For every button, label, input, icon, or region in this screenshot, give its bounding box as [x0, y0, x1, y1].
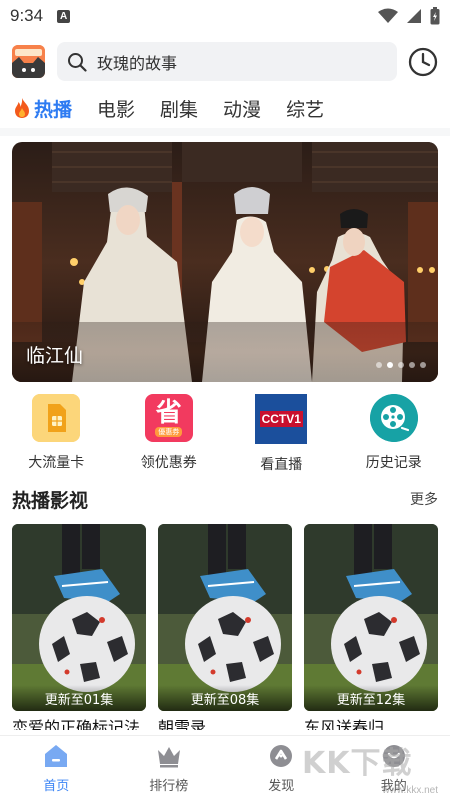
hero-banner[interactable]: 临江仙 — [12, 142, 438, 382]
search-placeholder: 玫瑰的故事 — [97, 53, 178, 73]
tab-label: 动漫 — [223, 98, 262, 121]
home-icon — [42, 742, 70, 770]
video-card[interactable]: 更新至01集 恋爱的正确标记法 — [12, 524, 146, 730]
coupon-icon-char: 省 — [155, 398, 182, 428]
carousel-dot[interactable] — [420, 362, 426, 368]
video-title: 东风送春归 — [304, 718, 385, 730]
video-title: 恋爱的正确标记法 — [12, 718, 141, 730]
video-card-list: 更新至01集 恋爱的正确标记法 更新至08集 朝雪录 更新至12集 东风送春归 — [12, 524, 438, 730]
video-card[interactable]: 更新至08集 朝雪录 — [158, 524, 292, 730]
section-header: 热播影视 更多 — [12, 484, 438, 514]
tab-series[interactable]: 剧集 — [160, 95, 198, 122]
battery-icon — [430, 7, 440, 25]
shortcut-data-card[interactable]: 大流量卡 — [0, 394, 113, 474]
status-time: 9:34 — [10, 6, 44, 25]
category-tabs: 热播 电影 剧集 动漫 综艺 — [12, 92, 349, 124]
episode-badge: 更新至01集 — [12, 685, 146, 711]
nav-profile[interactable]: 我的 — [338, 736, 450, 800]
film-reel-icon — [369, 394, 418, 442]
carousel-dot-active[interactable] — [387, 362, 393, 368]
search-icon — [68, 52, 87, 72]
more-link[interactable]: 更多 — [410, 489, 438, 509]
shortcut-history[interactable]: 历史记录 — [338, 394, 450, 474]
coupon-icon: 省 優惠券 — [144, 394, 193, 442]
tab-label: 热播 — [34, 98, 73, 121]
crown-icon — [155, 742, 183, 770]
shortcut-live[interactable]: CCTV1 看直播 — [225, 394, 338, 474]
signal-icon — [407, 9, 421, 23]
video-poster: 更新至12集 — [304, 524, 438, 711]
status-bar: 9:34 A — [0, 0, 450, 32]
episode-badge: 更新至08集 — [158, 685, 292, 711]
fire-icon — [15, 98, 29, 118]
tab-anime[interactable]: 动漫 — [223, 95, 261, 122]
discover-icon — [267, 742, 295, 770]
shortcut-grid: 大流量卡 省 優惠券 领优惠券 CCTV1 看直播 历史记录 — [0, 394, 450, 474]
nav-label: 排行榜 — [149, 779, 189, 794]
app-header: 玫瑰的故事 — [0, 42, 450, 82]
shortcut-label: 看直播 — [260, 457, 303, 473]
wifi-icon — [378, 8, 398, 23]
episode-badge: 更新至12集 — [304, 685, 438, 711]
nav-label: 首页 — [43, 779, 70, 794]
video-title: 朝雪录 — [158, 718, 207, 730]
coupon-icon-sub: 優惠券 — [155, 427, 183, 437]
tab-label: 综艺 — [286, 98, 325, 121]
carousel-dot[interactable] — [376, 362, 382, 368]
bottom-nav: 首页 排行榜 发现 我的 — [0, 735, 450, 800]
tab-variety[interactable]: 综艺 — [286, 95, 324, 122]
shortcut-label: 历史记录 — [365, 455, 422, 471]
tab-movie[interactable]: 电影 — [97, 95, 135, 122]
clock-icon — [408, 47, 438, 77]
video-poster: 更新至01集 — [12, 524, 146, 711]
status-icons — [378, 7, 440, 25]
tab-label: 电影 — [97, 98, 136, 121]
nav-ranking[interactable]: 排行榜 — [113, 736, 226, 800]
carousel-dots — [376, 362, 426, 368]
divider — [0, 128, 450, 136]
profile-icon — [380, 742, 408, 770]
search-input[interactable]: 玫瑰的故事 — [57, 42, 397, 81]
section-title: 热播影视 — [12, 489, 89, 512]
cctv-icon: CCTV1 — [255, 394, 308, 444]
nav-discover[interactable]: 发现 — [225, 736, 338, 800]
carousel-dot[interactable] — [398, 362, 404, 368]
nav-label: 发现 — [268, 779, 295, 794]
video-poster: 更新至08集 — [158, 524, 292, 711]
app-logo[interactable] — [12, 45, 45, 78]
notification-badge: A — [57, 9, 71, 23]
video-card[interactable]: 更新至12集 东风送春归 — [304, 524, 438, 730]
shortcut-label: 领优惠券 — [140, 455, 197, 471]
tab-label: 剧集 — [160, 98, 199, 121]
shortcut-coupon[interactable]: 省 優惠券 领优惠券 — [113, 394, 226, 474]
banner-title: 临江仙 — [26, 345, 84, 367]
nav-label: 我的 — [380, 779, 407, 794]
shortcut-label: 大流量卡 — [28, 455, 85, 471]
history-button[interactable] — [407, 46, 439, 78]
cctv-icon-text: CCTV1 — [259, 411, 303, 427]
sim-card-icon — [32, 394, 81, 442]
nav-home[interactable]: 首页 — [0, 736, 113, 800]
tab-hot[interactable]: 热播 — [12, 95, 72, 122]
carousel-dot[interactable] — [409, 362, 415, 368]
